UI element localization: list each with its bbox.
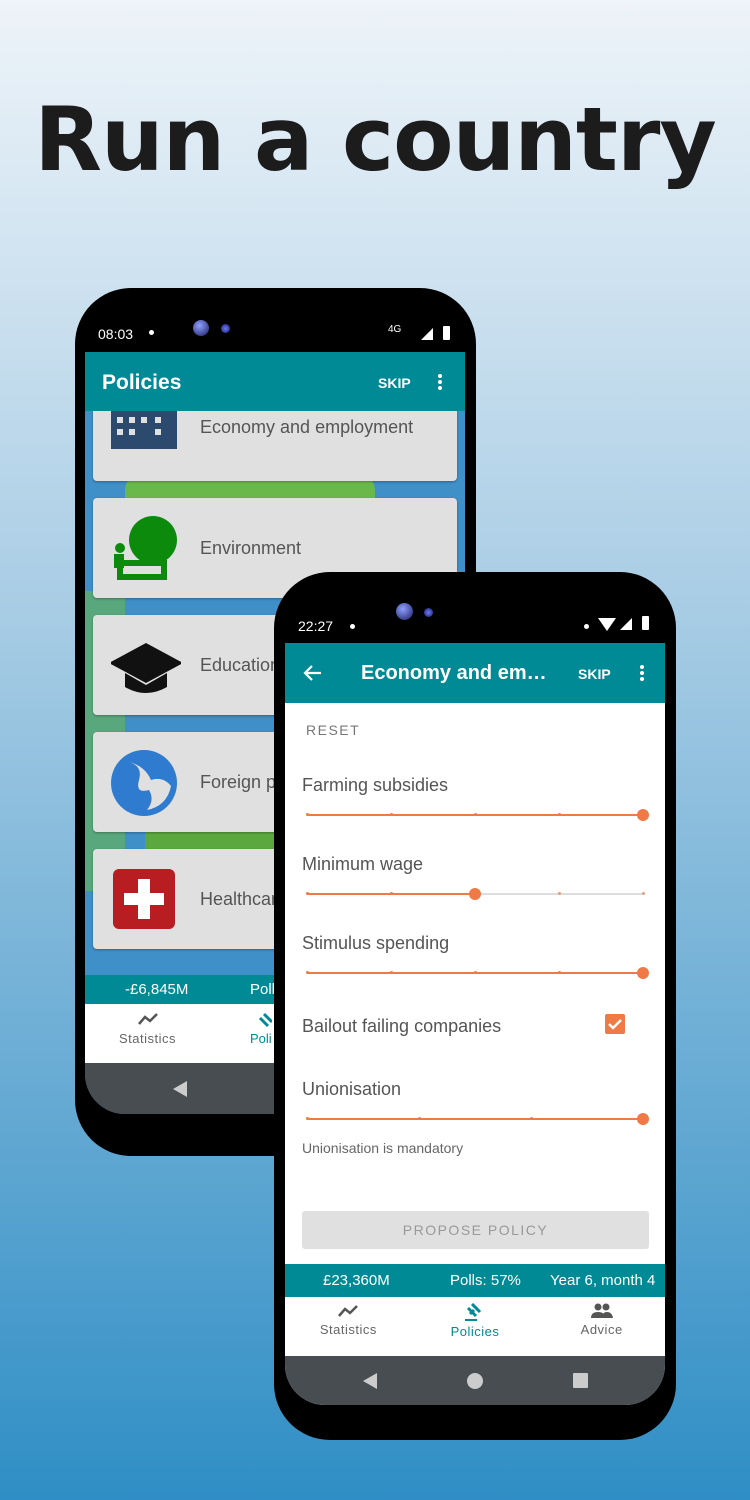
slider-tick: [558, 892, 561, 895]
reset-button[interactable]: RESET: [306, 722, 360, 738]
app-bar: Economy and em… SKIP: [285, 643, 665, 703]
page-title: Economy and em…: [361, 662, 547, 684]
farming-subsidies-slider[interactable]: [306, 805, 649, 825]
policy-label: Unionisation: [302, 1079, 402, 1099]
slider-thumb[interactable]: [637, 809, 649, 821]
unionisation-slider[interactable]: [306, 1109, 649, 1129]
policy-label: Stimulus spending: [302, 933, 450, 953]
front-screen: Economy and em… SKIP RESET Farming subsi…: [285, 643, 665, 1405]
more-options-icon[interactable]: [438, 373, 442, 391]
gavel-icon: [465, 1302, 482, 1321]
checkmark-icon: [608, 1019, 622, 1030]
gavel-icon: [258, 1012, 274, 1028]
globe-icon: [111, 750, 177, 816]
camera: [396, 603, 413, 620]
status-time: 22:27: [298, 618, 334, 634]
status-time: 08:03: [98, 326, 134, 342]
slider-tick: [390, 971, 393, 974]
minimum-wage-slider[interactable]: [306, 884, 645, 904]
camera: [193, 320, 209, 336]
people-icon: [590, 1303, 613, 1318]
policy-label: Bailout failing companies: [302, 1016, 502, 1036]
slider-tick: [390, 813, 393, 816]
budget-value: £23,360M: [323, 1272, 390, 1289]
date-value: Year 6, month 4: [550, 1272, 656, 1289]
medical-cross-icon: [113, 869, 175, 929]
nav-policies[interactable]: Poli: [250, 1012, 274, 1046]
home-nav-icon[interactable]: [466, 1372, 483, 1389]
budget-value: -£6,845M: [125, 981, 189, 998]
slider-tick: [558, 813, 561, 816]
unionisation-description: Unionisation is mandatory: [302, 1140, 464, 1156]
slider-tick: [642, 892, 645, 895]
slider-thumb[interactable]: [637, 1113, 649, 1125]
back-arrow-icon[interactable]: [303, 664, 323, 682]
page-title: Policies: [102, 371, 182, 394]
slider-tick: [474, 813, 477, 816]
recents-nav-icon[interactable]: [572, 1373, 588, 1388]
slider-tick: [390, 892, 393, 895]
nav-statistics[interactable]: Statistics: [110, 1012, 185, 1046]
slider-tick: [306, 813, 309, 816]
graduation-cap-icon: [111, 643, 181, 693]
building-icon: [111, 411, 177, 449]
policy-label: Farming subsidies: [302, 775, 449, 795]
wifi-icon: [598, 618, 616, 631]
network-label: 4G: [388, 324, 402, 335]
app-bar: Policies SKIP: [85, 352, 465, 411]
slider-tick: [558, 971, 561, 974]
statistics-icon: [137, 1013, 158, 1025]
signal-icon: [421, 328, 433, 340]
slider-tick: [306, 892, 309, 895]
slider-tick: [418, 1117, 421, 1120]
slider-tick: [306, 1117, 309, 1120]
headline: Run a country: [34, 88, 716, 191]
policy-label: Minimum wage: [302, 854, 424, 874]
battery-icon: [642, 616, 649, 630]
polls-value: Poll: [250, 981, 276, 998]
slider-thumb[interactable]: [637, 967, 649, 979]
slider-tick: [530, 1117, 533, 1120]
front-phone: 22:27 Economy and em… SKIP RESET Farming…: [274, 572, 676, 1440]
category-card-economy[interactable]: Economy and employment: [93, 411, 457, 481]
nav-policies[interactable]: Policies: [412, 1297, 539, 1356]
tree-icon: [114, 516, 177, 580]
polls-value: Polls: 57%: [450, 1272, 521, 1289]
nav-advice[interactable]: Advice: [538, 1297, 665, 1356]
category-label: Environment: [200, 538, 302, 558]
statistics-icon: [338, 1305, 359, 1317]
slider-fill: [307, 1118, 643, 1120]
back-nav-icon[interactable]: [362, 1372, 377, 1389]
more-options-icon[interactable]: [640, 664, 644, 682]
skip-button[interactable]: SKIP: [378, 375, 411, 391]
slider-tick: [474, 971, 477, 974]
bottom-nav: Statistics Policies Advice: [285, 1297, 665, 1356]
stimulus-spending-slider[interactable]: [306, 963, 649, 983]
back-nav-icon[interactable]: [173, 1080, 187, 1097]
nav-statistics[interactable]: Statistics: [285, 1297, 412, 1356]
signal-icon: [620, 618, 632, 630]
category-label: Economy and employment: [200, 417, 414, 437]
slider-thumb[interactable]: [469, 888, 481, 900]
info-bar: £23,360M Polls: 57% Year 6, month 4: [285, 1264, 665, 1297]
slider-tick: [306, 971, 309, 974]
category-label: Education: [200, 655, 281, 675]
bailout-checkbox[interactable]: [605, 1014, 625, 1034]
propose-policy-button[interactable]: PROPOSE POLICY: [302, 1211, 649, 1249]
battery-icon: [443, 326, 450, 340]
system-nav: [285, 1356, 665, 1405]
skip-button[interactable]: SKIP: [578, 666, 611, 682]
